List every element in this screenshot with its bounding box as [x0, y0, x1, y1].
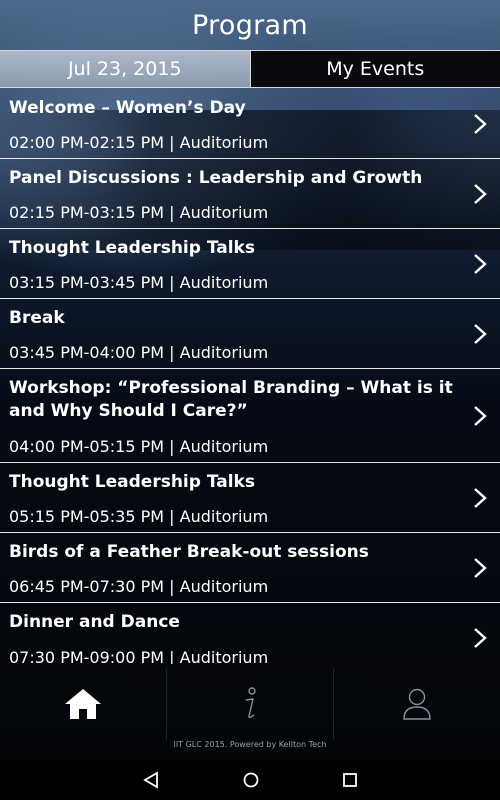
- meta-separator: |: [169, 273, 175, 292]
- meta-separator: |: [169, 203, 175, 222]
- system-nav-bar: [0, 760, 500, 800]
- nav-info-button[interactable]: [166, 668, 334, 740]
- event-location: Auditorium: [179, 577, 269, 596]
- event-row[interactable]: Welcome – Women’s Day 02:00 PM-02:15 PM …: [0, 89, 500, 159]
- event-title: Welcome – Women’s Day: [9, 98, 246, 118]
- footer-credits: IIT GLC 2015. Powered by Kellton Tech: [173, 740, 327, 749]
- event-location: Auditorium: [179, 133, 269, 152]
- chevron-right-icon: [474, 183, 487, 204]
- event-time: 06:45 PM-07:30 PM: [9, 577, 165, 596]
- event-row[interactable]: Workshop: “Professional Branding – What …: [0, 369, 500, 463]
- meta-separator: |: [169, 577, 175, 596]
- meta-separator: |: [169, 437, 175, 456]
- chevron-right-icon: [474, 487, 487, 508]
- event-title: Workshop: “Professional Branding – What …: [9, 378, 453, 421]
- back-icon[interactable]: [142, 771, 160, 789]
- page-title: Program: [191, 9, 309, 41]
- chevron-right-icon: [474, 113, 487, 134]
- tab-my-events[interactable]: My Events: [250, 51, 500, 87]
- event-row[interactable]: Birds of a Feather Break-out sessions 06…: [0, 533, 500, 603]
- home-icon: [65, 689, 101, 719]
- event-location: Auditorium: [179, 507, 269, 526]
- home-circle-icon[interactable]: [242, 771, 260, 789]
- event-location: Auditorium: [179, 648, 269, 664]
- recents-icon[interactable]: [342, 772, 358, 788]
- event-location: Auditorium: [179, 203, 269, 222]
- tab-date[interactable]: Jul 23, 2015: [0, 51, 251, 87]
- meta-separator: |: [169, 343, 175, 362]
- event-time: 05:15 PM-05:35 PM: [9, 507, 165, 526]
- profile-icon: [403, 688, 431, 720]
- bottom-nav: [0, 668, 500, 740]
- event-location: Auditorium: [179, 343, 269, 362]
- event-time: 02:00 PM-02:15 PM: [9, 133, 165, 152]
- nav-profile-button[interactable]: [334, 668, 500, 740]
- event-row[interactable]: Thought Leadership Talks 05:15 PM-05:35 …: [0, 463, 500, 533]
- info-icon: [245, 687, 256, 719]
- event-meta: 03:15 PM-03:45 PM | Auditorium: [9, 273, 268, 292]
- event-time: 02:15 PM-03:15 PM: [9, 203, 165, 222]
- event-row[interactable]: Panel Discussions : Leadership and Growt…: [0, 159, 500, 229]
- event-time: 04:00 PM-05:15 PM: [9, 437, 165, 456]
- event-title: Thought Leadership Talks: [9, 472, 255, 492]
- event-time: 07:30 PM-09:00 PM: [9, 648, 165, 664]
- event-list: Welcome – Women’s Day 02:00 PM-02:15 PM …: [0, 89, 500, 664]
- event-row[interactable]: Dinner and Dance 07:30 PM-09:00 PM | Aud…: [0, 603, 500, 664]
- chevron-right-icon: [474, 323, 487, 344]
- event-meta: 04:00 PM-05:15 PM | Auditorium: [9, 437, 268, 456]
- event-meta: 06:45 PM-07:30 PM | Auditorium: [9, 577, 268, 596]
- event-location: Auditorium: [179, 437, 269, 456]
- chevron-right-icon: [474, 253, 487, 274]
- chevron-right-icon: [474, 557, 487, 578]
- event-meta: 02:00 PM-02:15 PM | Auditorium: [9, 133, 268, 152]
- nav-home-button[interactable]: [0, 668, 166, 740]
- meta-separator: |: [169, 507, 175, 526]
- event-title: Thought Leadership Talks: [9, 238, 255, 258]
- app-header: Program: [0, 0, 500, 50]
- event-title: Panel Discussions : Leadership and Growt…: [9, 168, 423, 188]
- event-title: Birds of a Feather Break-out sessions: [9, 542, 369, 562]
- event-meta: 05:15 PM-05:35 PM | Auditorium: [9, 507, 268, 526]
- event-meta: 02:15 PM-03:15 PM | Auditorium: [9, 203, 268, 222]
- chevron-right-icon: [474, 628, 487, 648]
- event-title: Break: [9, 308, 65, 328]
- meta-separator: |: [169, 133, 175, 152]
- tab-bar: Jul 23, 2015 My Events: [0, 50, 500, 88]
- chevron-right-icon: [474, 405, 487, 426]
- event-row[interactable]: Thought Leadership Talks 03:15 PM-03:45 …: [0, 229, 500, 299]
- event-time: 03:45 PM-04:00 PM: [9, 343, 165, 362]
- event-time: 03:15 PM-03:45 PM: [9, 273, 165, 292]
- event-meta: 07:30 PM-09:00 PM | Auditorium: [9, 648, 268, 664]
- event-meta: 03:45 PM-04:00 PM | Auditorium: [9, 343, 268, 362]
- event-location: Auditorium: [179, 273, 269, 292]
- meta-separator: |: [169, 648, 175, 664]
- event-row[interactable]: Break 03:45 PM-04:00 PM | Auditorium: [0, 299, 500, 369]
- event-title: Dinner and Dance: [9, 612, 180, 632]
